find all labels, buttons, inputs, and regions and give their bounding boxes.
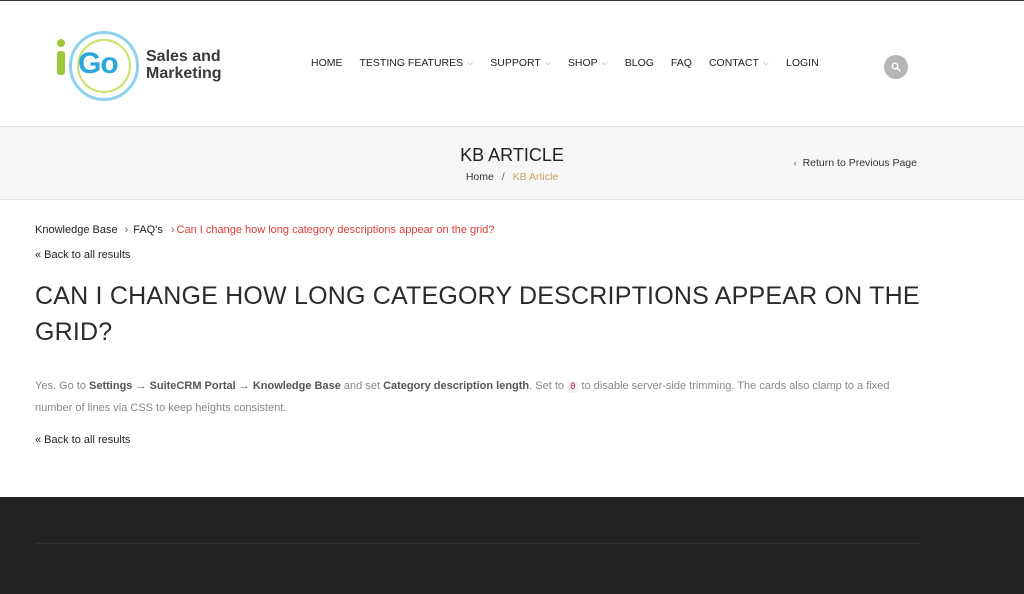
nav-contact[interactable]: CONTACT ⌵ [709,57,769,69]
inline-code: 0 [567,381,579,393]
site-footer [0,497,1024,594]
article-body: Yes. Go to Settings → SuiteCRM Portal → … [35,380,890,414]
chevron-down-icon: ⌵ [601,58,608,67]
nav-testing-features[interactable]: TESTING FEATURES ⌵ [360,57,474,69]
chevron-down-icon: ⌵ [467,58,474,67]
return-previous-link[interactable]: ‹ Return to Previous Page [794,157,917,169]
breadcrumb: Home / KB Article [465,171,559,183]
site-logo[interactable]: Go Sales and Marketing [56,29,222,101]
breadcrumb-current: KB Article [512,171,559,183]
back-to-results-link-bottom[interactable]: « Back to all results [35,434,130,446]
chevron-down-icon: ⌵ [544,58,551,67]
footer-divider [36,543,920,544]
logo-line-1: Sales and [146,48,221,65]
site-header: Go Sales and Marketing HOME TESTING FEAT… [0,1,1024,127]
kb-crumb-faqs[interactable]: FAQ's [133,224,163,236]
chevron-down-icon: ⌵ [762,58,769,67]
article-content: Knowledge Base › FAQ's › Can I change how lo… [0,200,1024,497]
breadcrumb-home[interactable]: Home [466,171,494,183]
nav-login[interactable]: LOGIN [786,57,819,69]
kb-breadcrumb: Knowledge Base › FAQ's › Can I change how lo… [35,224,495,236]
logo-mark: Go [56,29,142,101]
page-title-bar: KB ARTICLE Home / KB Article ‹ Return to … [0,127,1024,200]
logo-line-2: Marketing [146,65,222,82]
kb-crumb-current: › Can I change how long category descript… [170,224,495,236]
kb-crumb-knowledge-base[interactable]: Knowledge Base [35,224,118,236]
article-title: CAN I CHANGE HOW LONG CATEGORY DESCRIPTI… [35,282,920,346]
nav-home[interactable]: HOME [311,57,343,69]
chevron-left-icon: ‹ [793,158,797,168]
search-button[interactable] [884,55,908,79]
logo-i-stem [57,51,65,75]
logo-i-dot [57,39,65,47]
back-to-results-link[interactable]: « Back to all results [35,249,130,261]
nav-faq[interactable]: FAQ [671,57,692,69]
nav-support[interactable]: SUPPORT ⌵ [490,57,551,69]
logo-wordmark: Sales and Marketing [146,48,222,82]
nav-shop[interactable]: SHOP ⌵ [568,57,608,69]
main-nav: HOME TESTING FEATURES ⌵ SUPPORT ⌵ SHOP ⌵… [311,57,836,69]
search-icon [891,62,901,72]
nav-blog[interactable]: BLOG [625,57,654,69]
logo-go-text: Go [78,47,119,80]
